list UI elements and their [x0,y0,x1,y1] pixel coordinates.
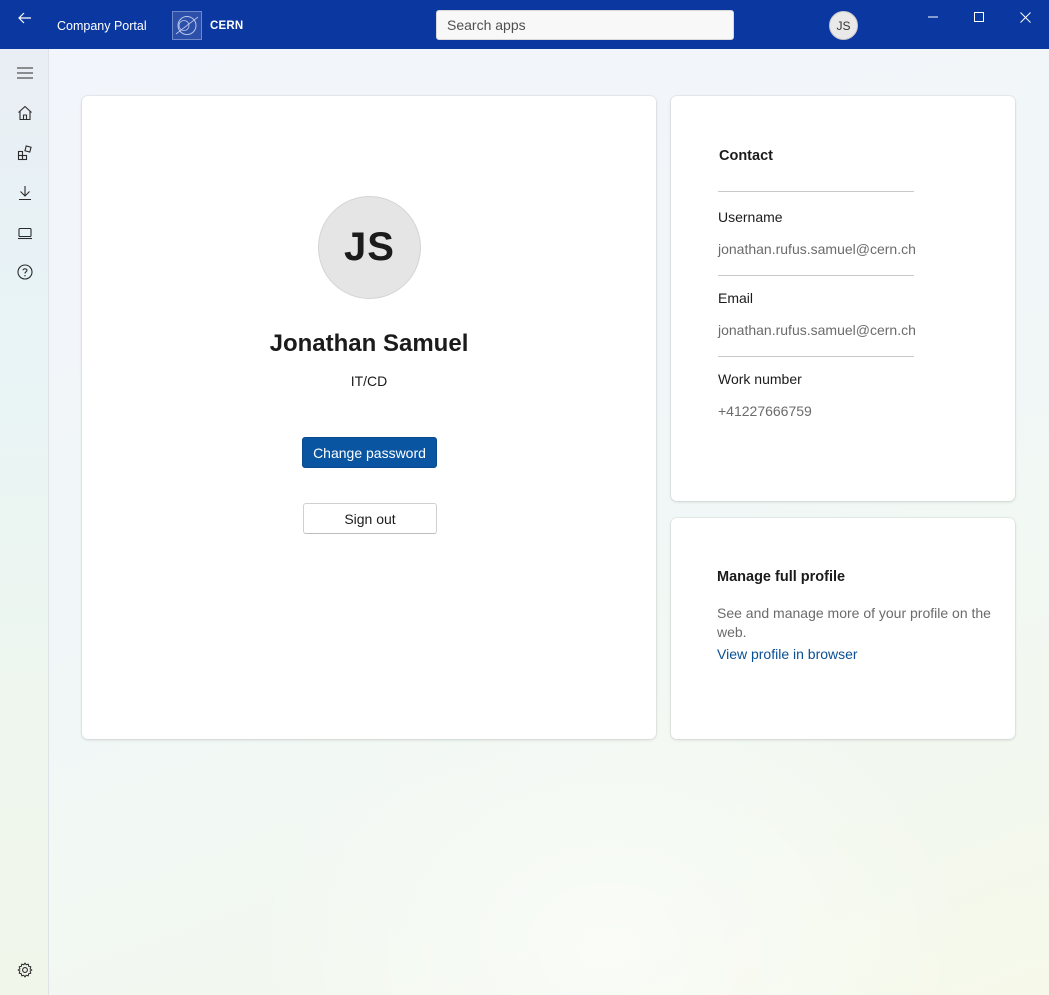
change-password-button[interactable]: Change password [302,437,437,468]
sidebar-item-help[interactable] [9,256,41,288]
email-value: jonathan.rufus.samuel@cern.ch [718,322,916,338]
search-input[interactable] [436,10,734,40]
divider [718,356,914,357]
divider [718,191,914,192]
profile-avatar-initials: JS [344,225,395,269]
user-name: Jonathan Samuel [269,330,469,357]
home-icon [18,105,32,121]
sidebar-item-downloads[interactable] [9,177,41,209]
view-profile-link[interactable]: View profile in browser [717,646,858,662]
maximize-button[interactable] [956,2,1002,32]
work-number-label: Work number [718,371,802,387]
close-icon [1019,11,1031,23]
sidebar-item-devices[interactable] [9,217,41,249]
contact-title: Contact [719,148,773,164]
title-bar: Company Portal CERN JS [0,0,1049,49]
org-name: CERN [210,20,244,32]
work-number-value: +41227666759 [718,403,812,419]
help-icon [17,264,33,280]
minimize-button[interactable] [910,2,956,32]
manage-profile-card: Manage full profile See and manage more … [671,518,1015,739]
sidebar-item-home[interactable] [9,97,41,129]
user-department: IT/CD [350,373,388,389]
sidebar [0,49,49,995]
account-avatar[interactable]: JS [829,11,858,40]
back-arrow-icon [18,12,31,24]
cern-logo-icon [175,16,199,35]
profile-card: JS Jonathan Samuel IT/CD Change password… [82,96,656,739]
profile-avatar: JS [318,196,421,299]
menu-toggle-button[interactable] [9,57,41,89]
minimize-icon [928,16,938,18]
device-icon [18,227,32,240]
account-avatar-initials: JS [836,18,851,33]
gear-icon [17,962,33,978]
username-label: Username [718,209,783,225]
app-title: Company Portal [57,19,147,33]
maximize-icon [974,12,984,22]
manage-profile-title: Manage full profile [717,569,846,585]
close-button[interactable] [1002,2,1048,32]
divider [718,275,914,276]
manage-profile-description: See and manage more of your profile on t… [717,605,991,640]
org-logo [172,11,202,40]
download-icon [19,186,31,201]
hamburger-menu-icon [17,67,33,79]
sidebar-item-apps[interactable] [9,137,41,169]
email-label: Email [718,290,754,306]
sidebar-item-settings[interactable] [9,954,41,986]
sign-out-button[interactable]: Sign out [303,503,437,534]
back-button[interactable] [10,7,40,29]
apps-icon [17,145,32,161]
username-value: jonathan.rufus.samuel@cern.ch [718,241,916,257]
contact-card: Contact Username jonathan.rufus.samuel@c… [671,96,1015,501]
main-content: JS Jonathan Samuel IT/CD Change password… [49,49,1049,995]
